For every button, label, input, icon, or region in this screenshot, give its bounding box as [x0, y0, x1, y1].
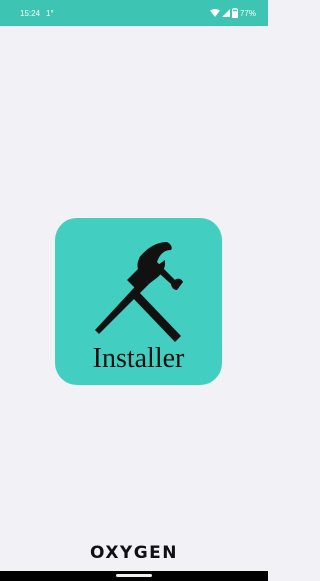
status-left: 15:24 1° — [20, 9, 54, 18]
status-time: 15:24 — [20, 8, 41, 18]
wrench-hammer-icon — [95, 242, 183, 342]
wifi-icon — [209, 9, 220, 17]
status-right: 77% — [209, 8, 256, 18]
battery-percentage: 77% — [239, 8, 256, 18]
home-handle[interactable] — [116, 574, 152, 577]
navigation-bar — [0, 571, 268, 581]
installer-app-icon: Installer — [55, 218, 222, 385]
status-bar: 15:24 1° 77% — [0, 0, 268, 26]
status-temperature: 1° — [46, 8, 54, 18]
brand-logo: OXYGEN — [89, 543, 179, 563]
app-icon-label: Installer — [92, 343, 185, 374]
battery-icon — [231, 8, 238, 18]
signal-icon — [221, 9, 230, 17]
